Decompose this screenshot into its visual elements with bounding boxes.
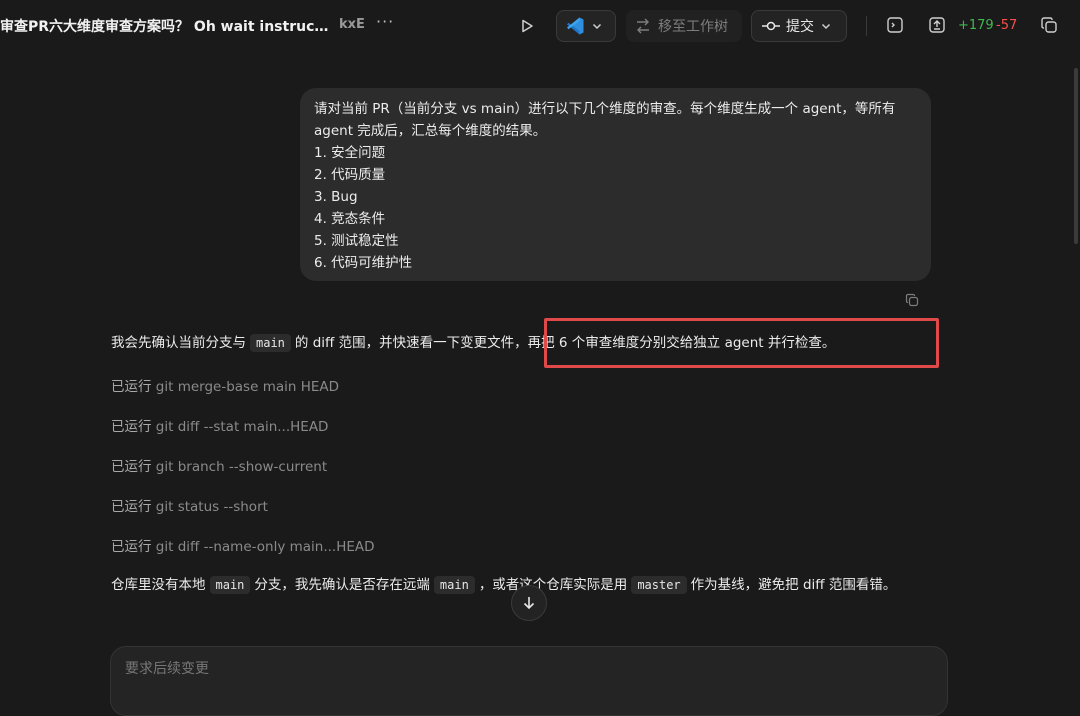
- arrow-down-icon: [523, 597, 535, 610]
- run-button[interactable]: [516, 15, 538, 37]
- commit-button[interactable]: 提交: [751, 10, 847, 42]
- ran-command-item[interactable]: 已运行 git diff --name-only main...HEAD: [111, 535, 375, 555]
- copy-button[interactable]: [1040, 16, 1060, 36]
- message-text: 我会先确认当前分支与: [111, 335, 246, 351]
- ran-label: 已运行: [111, 419, 152, 435]
- ran-label: 已运行: [111, 459, 152, 475]
- command-text: git diff --name-only main...HEAD: [155, 539, 375, 555]
- user-message-item: 6. 代码可维护性: [314, 255, 413, 271]
- chevron-down-icon: [821, 23, 831, 30]
- user-message-item: 3. Bug: [314, 189, 358, 205]
- open-in-vscode-button[interactable]: [556, 10, 616, 42]
- toggle-terminal-button[interactable]: [886, 16, 906, 36]
- thread-title: 审查PR六大维度审查方案吗？ Oh wait instructio...: [0, 19, 330, 35]
- chevron-down-icon: [592, 23, 602, 30]
- message-text: 作为基线，避免把 diff 范围看错。: [690, 577, 897, 593]
- user-message-item: 2. 代码质量: [314, 167, 386, 183]
- ran-label: 已运行: [111, 379, 152, 395]
- inline-code: master: [631, 576, 687, 594]
- message-text: ，或者这个仓库实际是用: [478, 577, 628, 593]
- message-text: 分支，我先确认是否存在远端: [254, 577, 430, 593]
- play-icon: [522, 19, 533, 33]
- ran-label: 已运行: [111, 499, 152, 515]
- inline-code: main: [209, 576, 251, 594]
- scroll-to-bottom-button[interactable]: [511, 585, 547, 621]
- user-message-item: 1. 安全问题: [314, 145, 386, 161]
- diff-panel-icon: [929, 17, 945, 33]
- inline-code: main: [433, 576, 475, 594]
- lines-added-count: +179: [958, 18, 994, 33]
- inline-code: main: [250, 334, 291, 352]
- composer: [110, 646, 948, 716]
- user-message-intro: 请对当前 PR（当前分支 vs main）进行以下几个维度的审查。每个维度生成一…: [314, 101, 896, 139]
- ran-command-item[interactable]: 已运行 git branch --show-current: [111, 455, 327, 475]
- worktree-icon: [637, 18, 649, 34]
- top-toolbar: 审查PR六大维度审查方案吗？ Oh wait instructio... kxE…: [0, 0, 1080, 52]
- worktree-label: 移至工作树: [658, 19, 728, 35]
- follow-up-input[interactable]: [125, 661, 925, 677]
- copy-message-button[interactable]: [905, 292, 920, 307]
- project-name[interactable]: kxE: [339, 17, 365, 32]
- ran-label: 已运行: [111, 539, 152, 555]
- move-to-worktree-button[interactable]: 移至工作树: [626, 10, 742, 42]
- lines-deleted-count: -57: [996, 18, 1018, 33]
- command-text: git branch --show-current: [155, 459, 328, 475]
- command-text: git merge-base main HEAD: [155, 379, 340, 395]
- terminal-icon: [887, 17, 903, 33]
- user-message-item: 5. 测试稳定性: [314, 233, 399, 249]
- copy-icon: [1041, 17, 1057, 33]
- command-text: git status --short: [155, 499, 268, 515]
- ran-command-item[interactable]: 已运行 git diff --stat main...HEAD: [111, 415, 328, 435]
- more-options-button[interactable]: ···: [376, 12, 394, 31]
- command-text: git diff --stat main...HEAD: [155, 419, 329, 435]
- scrollbar-thumb[interactable]: [1074, 68, 1078, 244]
- toggle-diff-panel-button[interactable]: [928, 16, 948, 36]
- commit-icon: [762, 21, 780, 31]
- vscode-icon: [567, 17, 584, 35]
- user-message: 请对当前 PR（当前分支 vs main）进行以下几个维度的审查。每个维度生成一…: [300, 88, 931, 281]
- ran-command-item[interactable]: 已运行 git merge-base main HEAD: [111, 375, 339, 395]
- message-text: 仓库里没有本地: [111, 577, 206, 593]
- toolbar-divider: [866, 16, 867, 36]
- highlight-annotation-box: [544, 318, 939, 368]
- user-message-item: 4. 竞态条件: [314, 211, 386, 227]
- copy-icon: [905, 293, 919, 307]
- commit-label: 提交: [786, 19, 814, 35]
- ran-command-item[interactable]: 已运行 git status --short: [111, 495, 268, 515]
